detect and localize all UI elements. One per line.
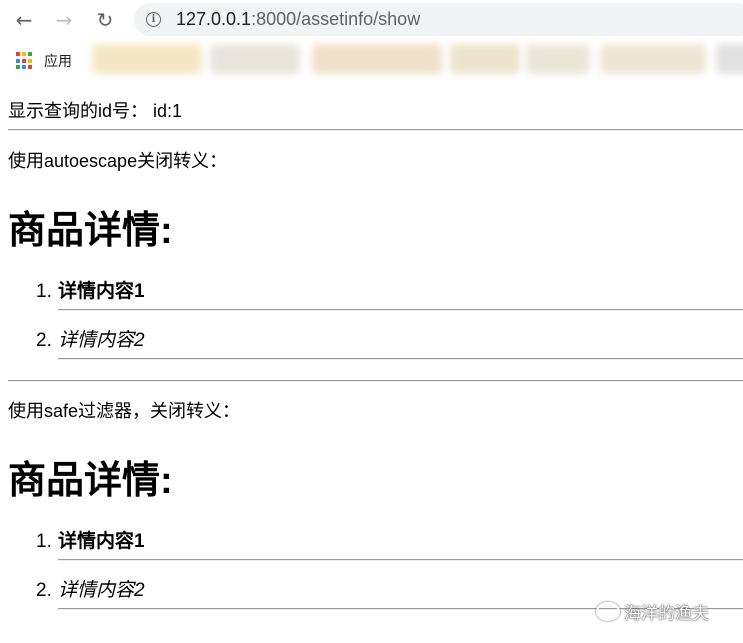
safe-line: 使用safe过滤器，关闭转义： (8, 401, 241, 421)
list-item: 1. 详情内容1 (36, 526, 145, 553)
watermark-text: 海洋的渔夫 (624, 604, 709, 623)
list-item: 2. 详情内容2 (36, 575, 145, 602)
url-path: :8000/assetinfo/show (251, 9, 421, 29)
reload-icon[interactable]: ↻ (91, 6, 119, 34)
blurred-bookmark[interactable] (210, 44, 300, 74)
blurred-bookmark[interactable] (716, 44, 743, 74)
section1-heading: 商品详情: (8, 210, 173, 252)
list-number: 1. (36, 281, 52, 302)
url-host: 127.0.0.1 (176, 9, 252, 29)
blurred-bookmark[interactable] (312, 44, 442, 74)
list-item-text: 详情内容2 (58, 580, 145, 601)
blurred-bookmark[interactable] (600, 44, 706, 74)
watermark: 海洋的渔夫 (596, 599, 709, 624)
back-arrow-icon[interactable]: ← (10, 6, 38, 34)
autoescape-line: 使用autoescape关闭转义： (8, 151, 228, 171)
forward-arrow-icon[interactable]: → (50, 6, 78, 34)
blurred-bookmark[interactable] (450, 44, 520, 74)
section2-heading: 商品详情: (8, 460, 173, 502)
list-number: 2. (36, 330, 52, 351)
bookmarks-bar: 应用 (0, 40, 743, 80)
divider (8, 380, 743, 382)
apps-bookmark-label[interactable]: 应用 (44, 51, 72, 71)
wechat-icon (596, 602, 620, 621)
divider (58, 309, 743, 311)
divider (8, 129, 743, 131)
list-item: 1. 详情内容1 (36, 276, 145, 303)
id-line: 显示查询的id号： id:1 (8, 101, 183, 121)
browser-toolbar: ← → ↻ i 127.0.0.1:8000/assetinfo/show (0, 0, 743, 40)
info-icon[interactable]: i (146, 12, 161, 27)
blurred-bookmark[interactable] (526, 44, 590, 74)
divider (58, 559, 743, 561)
address-bar[interactable]: i 127.0.0.1:8000/assetinfo/show (134, 3, 743, 36)
url-text[interactable]: 127.0.0.1:8000/assetinfo/show (176, 9, 420, 30)
list-number: 2. (36, 580, 52, 601)
divider (58, 358, 743, 360)
blurred-bookmark[interactable] (92, 44, 202, 74)
apps-grid-icon[interactable] (16, 52, 34, 70)
list-item-text: 详情内容2 (58, 330, 145, 351)
list-item-text: 详情内容1 (58, 281, 145, 302)
list-number: 1. (36, 531, 52, 552)
list-item: 2. 详情内容2 (36, 325, 145, 352)
list-item-text: 详情内容1 (58, 531, 145, 552)
page-content: 显示查询的id号： id:1 使用autoescape关闭转义： 商品详情: 1… (0, 80, 743, 643)
